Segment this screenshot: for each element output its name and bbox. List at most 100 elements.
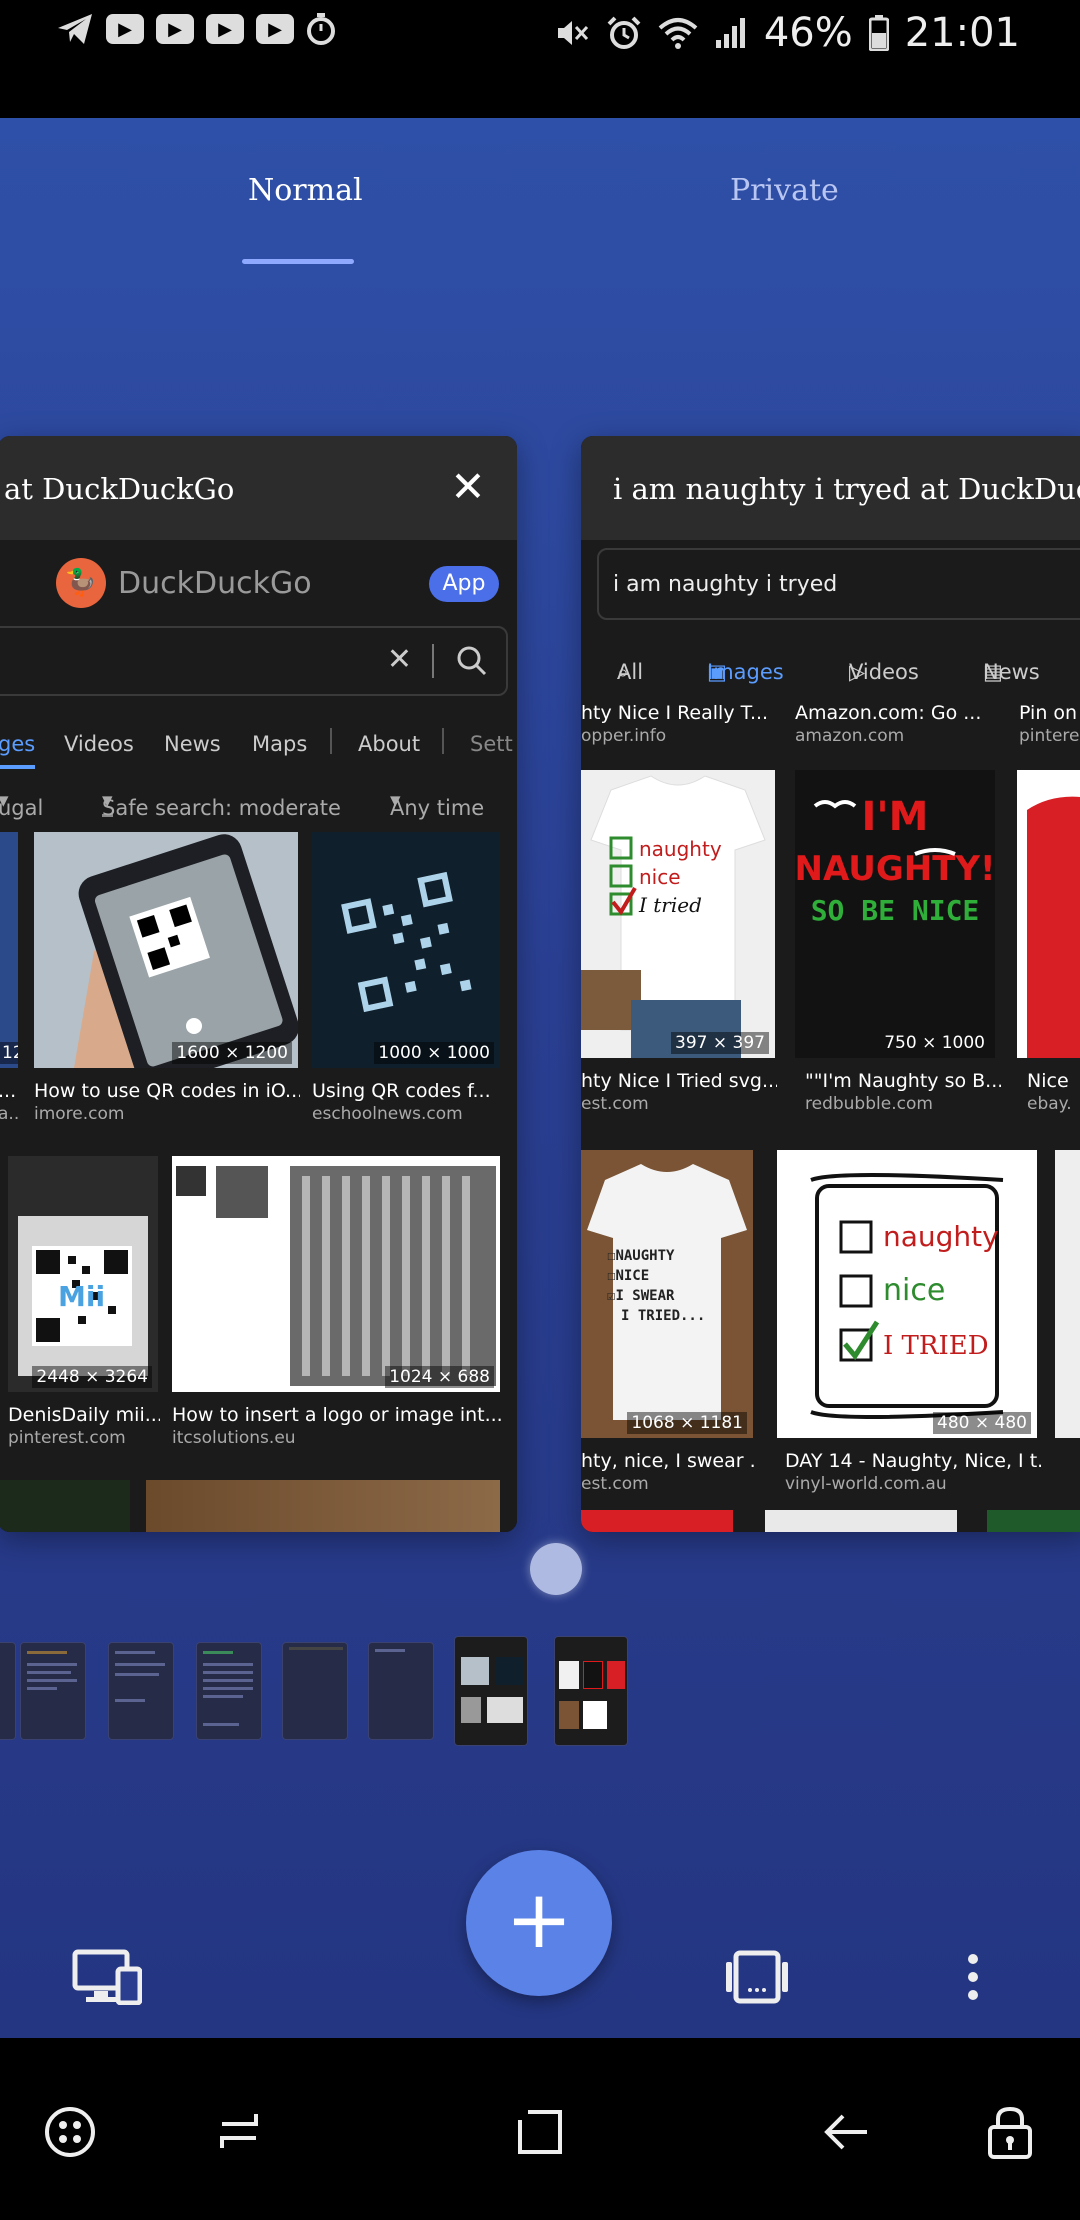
nav-divider <box>442 728 444 754</box>
shirt-text: naughty <box>639 837 722 861</box>
safe-search-filter[interactable]: Safe search: moderate ▾ <box>102 788 341 820</box>
result-image-qr-versions[interactable]: 1024 × 688 <box>172 1156 500 1392</box>
result-image-partial[interactable] <box>765 1510 957 1532</box>
tab-thumbnail[interactable] <box>368 1642 434 1740</box>
ddg-search-box[interactable]: i am naughty i tryed <box>597 548 1080 620</box>
result-image-naughty-nice-swear[interactable]: ☐NAUGHTY ☐NICE ☑I SWEAR I TRIED... 1068 … <box>581 1150 753 1438</box>
shirt-text: I tried <box>638 893 702 917</box>
ddg-nav-tabs: ges Videos News Maps About Sett <box>0 720 517 770</box>
shirt-naughty-nice-swear: ☐NAUGHTY ☐NICE ☑I SWEAR I TRIED... <box>581 1150 753 1438</box>
result-image-qr-iphone[interactable]: 1600 × 1200 <box>34 832 298 1068</box>
image-dimensions: 397 × 397 <box>671 1032 769 1054</box>
tab-thumbnail[interactable] <box>0 1642 16 1740</box>
ddg-search-box[interactable]: ✕ <box>0 626 508 696</box>
im-naughty-so-be-nice: I'M NAUGHTY! SO BE NICE <box>795 770 995 1058</box>
region-filter[interactable]: ugal ▾ <box>0 788 43 820</box>
result-image-day-14[interactable]: naughty nice I TRIED 480 × 480 <box>777 1150 1037 1438</box>
image-dimensions: 1000 × 1000 <box>374 1042 494 1064</box>
game-launcher-icon[interactable] <box>42 2104 98 2160</box>
result-caption[interactable]: Pin on <box>1019 702 1080 724</box>
recents-icon[interactable] <box>212 2104 268 2160</box>
tab-private[interactable]: Private <box>730 173 839 208</box>
tab-card-duckduckgo-qr[interactable]: at DuckDuckGo ✕ 🦆 DuckDuckGo App ✕ ges V <box>0 436 517 1532</box>
tab-card-naughty-search[interactable]: i am naughty i tryed at DuckDuckGo i am … <box>581 436 1080 1532</box>
back-icon[interactable] <box>818 2104 874 2160</box>
search-icon[interactable] <box>456 645 488 677</box>
result-caption[interactable]: hty Nice I Really T... <box>581 702 767 724</box>
result-image-partial-red-sweater[interactable] <box>1017 770 1080 1058</box>
region-filter-label: ugal <box>0 796 44 820</box>
result-image-partial[interactable]: 12 <box>0 832 18 1068</box>
result-caption[interactable]: Amazon.com: Go ... <box>795 702 995 724</box>
ddg-nav-settings[interactable]: Sett <box>470 732 513 756</box>
battery-percent: 46% <box>763 10 853 56</box>
digital-qr-photo <box>312 832 500 1068</box>
result-caption[interactable]: ""I'm Naughty so B... <box>805 1070 1001 1092</box>
home-icon[interactable] <box>512 2104 568 2160</box>
nav-images-label: Images <box>707 660 784 684</box>
time-filter[interactable]: Any time ▾ <box>390 788 484 820</box>
ddg-nav-news[interactable]: News <box>164 732 221 756</box>
result-image-partial[interactable] <box>0 1480 130 1532</box>
desktop-mode-icon[interactable] <box>72 1942 142 2012</box>
ddg-app-button[interactable]: App <box>429 566 499 602</box>
ddg-nav-about[interactable]: About <box>358 732 420 756</box>
tab-overview-icon[interactable] <box>722 1942 792 2012</box>
result-source: eschoolnews.com <box>312 1104 463 1124</box>
close-tab-icon[interactable]: ✕ <box>447 466 489 508</box>
nav-videos-label: Videos <box>849 660 919 684</box>
tab-thumbnail-active[interactable] <box>454 1636 528 1746</box>
result-image-naughty-nice-tried[interactable]: naughty nice I tried 397 × 397 <box>581 770 775 1058</box>
time-filter-label: Any time <box>390 796 485 820</box>
result-image-partial[interactable] <box>146 1480 500 1532</box>
nav-divider <box>330 728 332 754</box>
result-caption[interactable]: How to insert a logo or image int... <box>172 1404 502 1426</box>
tab-thumbnail[interactable] <box>196 1642 262 1740</box>
signal-icon <box>715 18 745 48</box>
result-caption[interactable]: hty, nice, I swear ... <box>581 1450 755 1472</box>
ddg-nav-images[interactable]: ges <box>0 732 36 769</box>
ddg-nav-maps[interactable]: Maps <box>252 732 307 756</box>
tab-thumbnail[interactable] <box>282 1642 348 1740</box>
tab-normal[interactable]: Normal <box>248 173 363 208</box>
lock-icon[interactable] <box>982 2104 1038 2160</box>
result-caption[interactable]: DenisDaily mii... <box>8 1404 160 1426</box>
image-dimensions: 12 <box>0 1042 18 1064</box>
duckduckgo-logo-icon: 🦆 <box>56 558 106 608</box>
tab-thumbnail[interactable] <box>108 1642 174 1740</box>
result-caption[interactable]: hty Nice I Tried svg... <box>581 1070 777 1092</box>
result-caption[interactable]: How to use QR codes in iO... <box>34 1080 300 1102</box>
result-source: est.com <box>581 1094 649 1114</box>
mii-qr-photo: Mii <box>8 1156 158 1392</box>
result-source: ebay. <box>1027 1094 1072 1114</box>
image-dimensions: 1024 × 688 <box>385 1366 494 1388</box>
more-options-icon[interactable] <box>938 1942 1008 2012</box>
clear-search-icon[interactable]: ✕ <box>387 642 412 677</box>
design-text: nice <box>883 1273 945 1308</box>
result-image-mii-qr[interactable]: Mii 2448 × 3264 <box>8 1156 158 1392</box>
result-source: opper.info <box>581 726 667 746</box>
result-caption[interactable]: Using QR codes f... <box>312 1080 502 1102</box>
tab-card-header: i am naughty i tryed at DuckDuckGo <box>581 436 1080 540</box>
result-image-partial[interactable] <box>1055 1150 1080 1438</box>
svg-text:Mii: Mii <box>58 1280 105 1313</box>
result-image-partial[interactable] <box>581 1510 733 1532</box>
ddg-nav-videos[interactable]: Videos <box>64 732 134 756</box>
result-caption[interactable]: ... <box>0 1080 18 1102</box>
qr-versions-image <box>172 1156 500 1392</box>
new-tab-button[interactable]: + <box>466 1850 612 1996</box>
tabs-screen: ▶ ▶ ▶ ▶ 46% 21:01 Normal Private at Duck… <box>0 0 1080 2220</box>
tab-thumbnail[interactable] <box>20 1642 86 1740</box>
result-image-im-naughty[interactable]: I'M NAUGHTY! SO BE NICE 750 × 1000 <box>795 770 995 1058</box>
result-image-qr-digital[interactable]: 1000 × 1000 <box>312 832 500 1068</box>
tab-mode-switcher: Normal Private <box>0 118 1080 278</box>
nav-news-label: News <box>983 660 1040 684</box>
result-image-partial[interactable] <box>987 1510 1080 1532</box>
result-source: vinyl-world.com.au <box>785 1474 947 1494</box>
result-caption[interactable]: Nice <box>1027 1070 1080 1092</box>
result-caption[interactable]: DAY 14 - Naughty, Nice, I t... <box>785 1450 1041 1472</box>
scroll-position-indicator[interactable] <box>530 1543 582 1595</box>
youtube-icon: ▶ <box>256 14 294 44</box>
tab-thumbnail[interactable] <box>554 1636 628 1746</box>
active-tab-indicator <box>242 259 354 264</box>
